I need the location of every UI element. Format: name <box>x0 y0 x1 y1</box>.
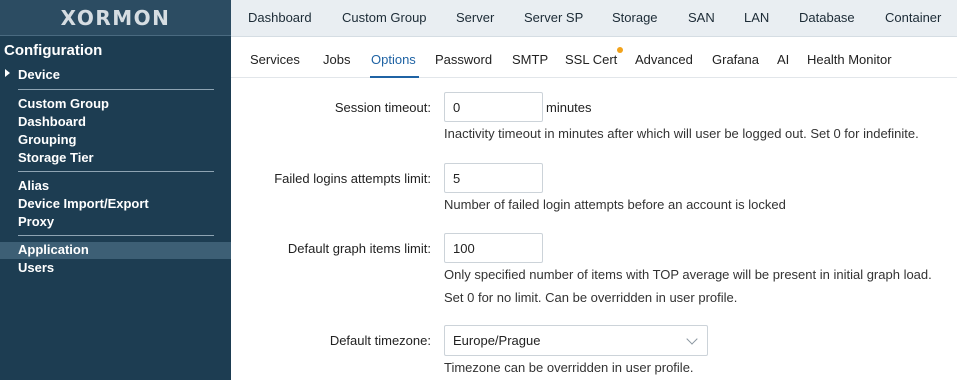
sidebar-item-dashboard[interactable]: Dashboard <box>18 114 86 129</box>
tab-smtp[interactable]: SMTP <box>512 52 548 67</box>
sidebar-item-storage-tier[interactable]: Storage Tier <box>18 150 94 165</box>
sidebar: XORMON Configuration Device Custom Group… <box>0 0 231 380</box>
graph-items-help: Only specified number of items with TOP … <box>444 267 932 282</box>
sidebar-item-device[interactable]: Device <box>18 67 60 82</box>
sub-tabs: Services Jobs Options Password SMTP SSL … <box>231 38 957 78</box>
caret-right-icon[interactable] <box>5 69 10 77</box>
sidebar-item-grouping[interactable]: Grouping <box>18 132 77 147</box>
sidebar-item-custom-group[interactable]: Custom Group <box>18 96 109 111</box>
nav-storage[interactable]: Storage <box>612 10 658 25</box>
sidebar-item-alias[interactable]: Alias <box>18 178 49 193</box>
failed-logins-label: Failed logins attempts limit: <box>274 171 431 186</box>
session-timeout-label: Session timeout: <box>334 100 431 115</box>
sidebar-divider <box>18 171 214 172</box>
graph-items-help-2: Set 0 for no limit. Can be overridden in… <box>444 290 738 305</box>
session-timeout-unit: minutes <box>546 100 592 115</box>
nav-custom-group[interactable]: Custom Group <box>342 10 427 25</box>
notification-dot <box>617 47 623 53</box>
graph-items-label-text: Default graph items limit <box>287 241 428 256</box>
graph-items-label: Default graph items limit: <box>287 241 431 256</box>
session-timeout-help: Inactivity timeout in minutes after whic… <box>444 126 919 141</box>
nav-dashboard[interactable]: Dashboard <box>248 10 312 25</box>
section-title-configuration: Configuration <box>4 42 103 59</box>
nav-san[interactable]: SAN <box>688 10 715 25</box>
tab-grafana[interactable]: Grafana <box>712 52 759 67</box>
logo-text: XORMON <box>60 5 171 30</box>
logo[interactable]: XORMON <box>0 0 231 36</box>
nav-lan[interactable]: LAN <box>744 10 769 25</box>
tab-ssl-cert[interactable]: SSL Cert <box>565 52 617 67</box>
active-tab-indicator <box>370 76 419 78</box>
nav-database[interactable]: Database <box>799 10 855 25</box>
failed-logins-input[interactable] <box>444 163 543 193</box>
timezone-label-text: Default timezone <box>329 333 428 348</box>
sidebar-item-device-import-export[interactable]: Device Import/Export <box>18 196 149 211</box>
chevron-down-icon <box>686 333 698 345</box>
tab-jobs[interactable]: Jobs <box>323 52 350 67</box>
timezone-help: Timezone can be overridden in user profi… <box>444 360 694 375</box>
sidebar-item-application[interactable]: Application <box>18 242 89 257</box>
timezone-label: Default timezone: <box>329 333 431 348</box>
failed-logins-help: Number of failed login attempts before a… <box>444 197 786 212</box>
nav-server[interactable]: Server <box>456 10 494 25</box>
sidebar-divider <box>18 89 214 90</box>
nav-server-sp[interactable]: Server SP <box>524 10 583 25</box>
timezone-select[interactable]: Europe/Prague <box>444 325 708 356</box>
nav-container[interactable]: Container <box>885 10 941 25</box>
tab-services[interactable]: Services <box>250 52 300 67</box>
tab-advanced[interactable]: Advanced <box>635 52 693 67</box>
timezone-value: Europe/Prague <box>453 333 541 348</box>
tab-health-monitor[interactable]: Health Monitor <box>807 52 892 67</box>
sidebar-item-proxy[interactable]: Proxy <box>18 214 54 229</box>
sidebar-divider <box>18 235 214 236</box>
graph-items-input[interactable] <box>444 233 543 263</box>
top-navigation: Dashboard Custom Group Server Server SP … <box>231 0 957 37</box>
session-timeout-input[interactable] <box>444 92 543 122</box>
tab-ai[interactable]: AI <box>777 52 789 67</box>
tab-password[interactable]: Password <box>435 52 492 67</box>
tab-options[interactable]: Options <box>371 52 416 67</box>
session-timeout-label-text: Session timeout <box>334 100 428 115</box>
failed-logins-label-text: Failed logins attempts limit <box>274 171 428 186</box>
sidebar-item-users[interactable]: Users <box>18 260 54 275</box>
